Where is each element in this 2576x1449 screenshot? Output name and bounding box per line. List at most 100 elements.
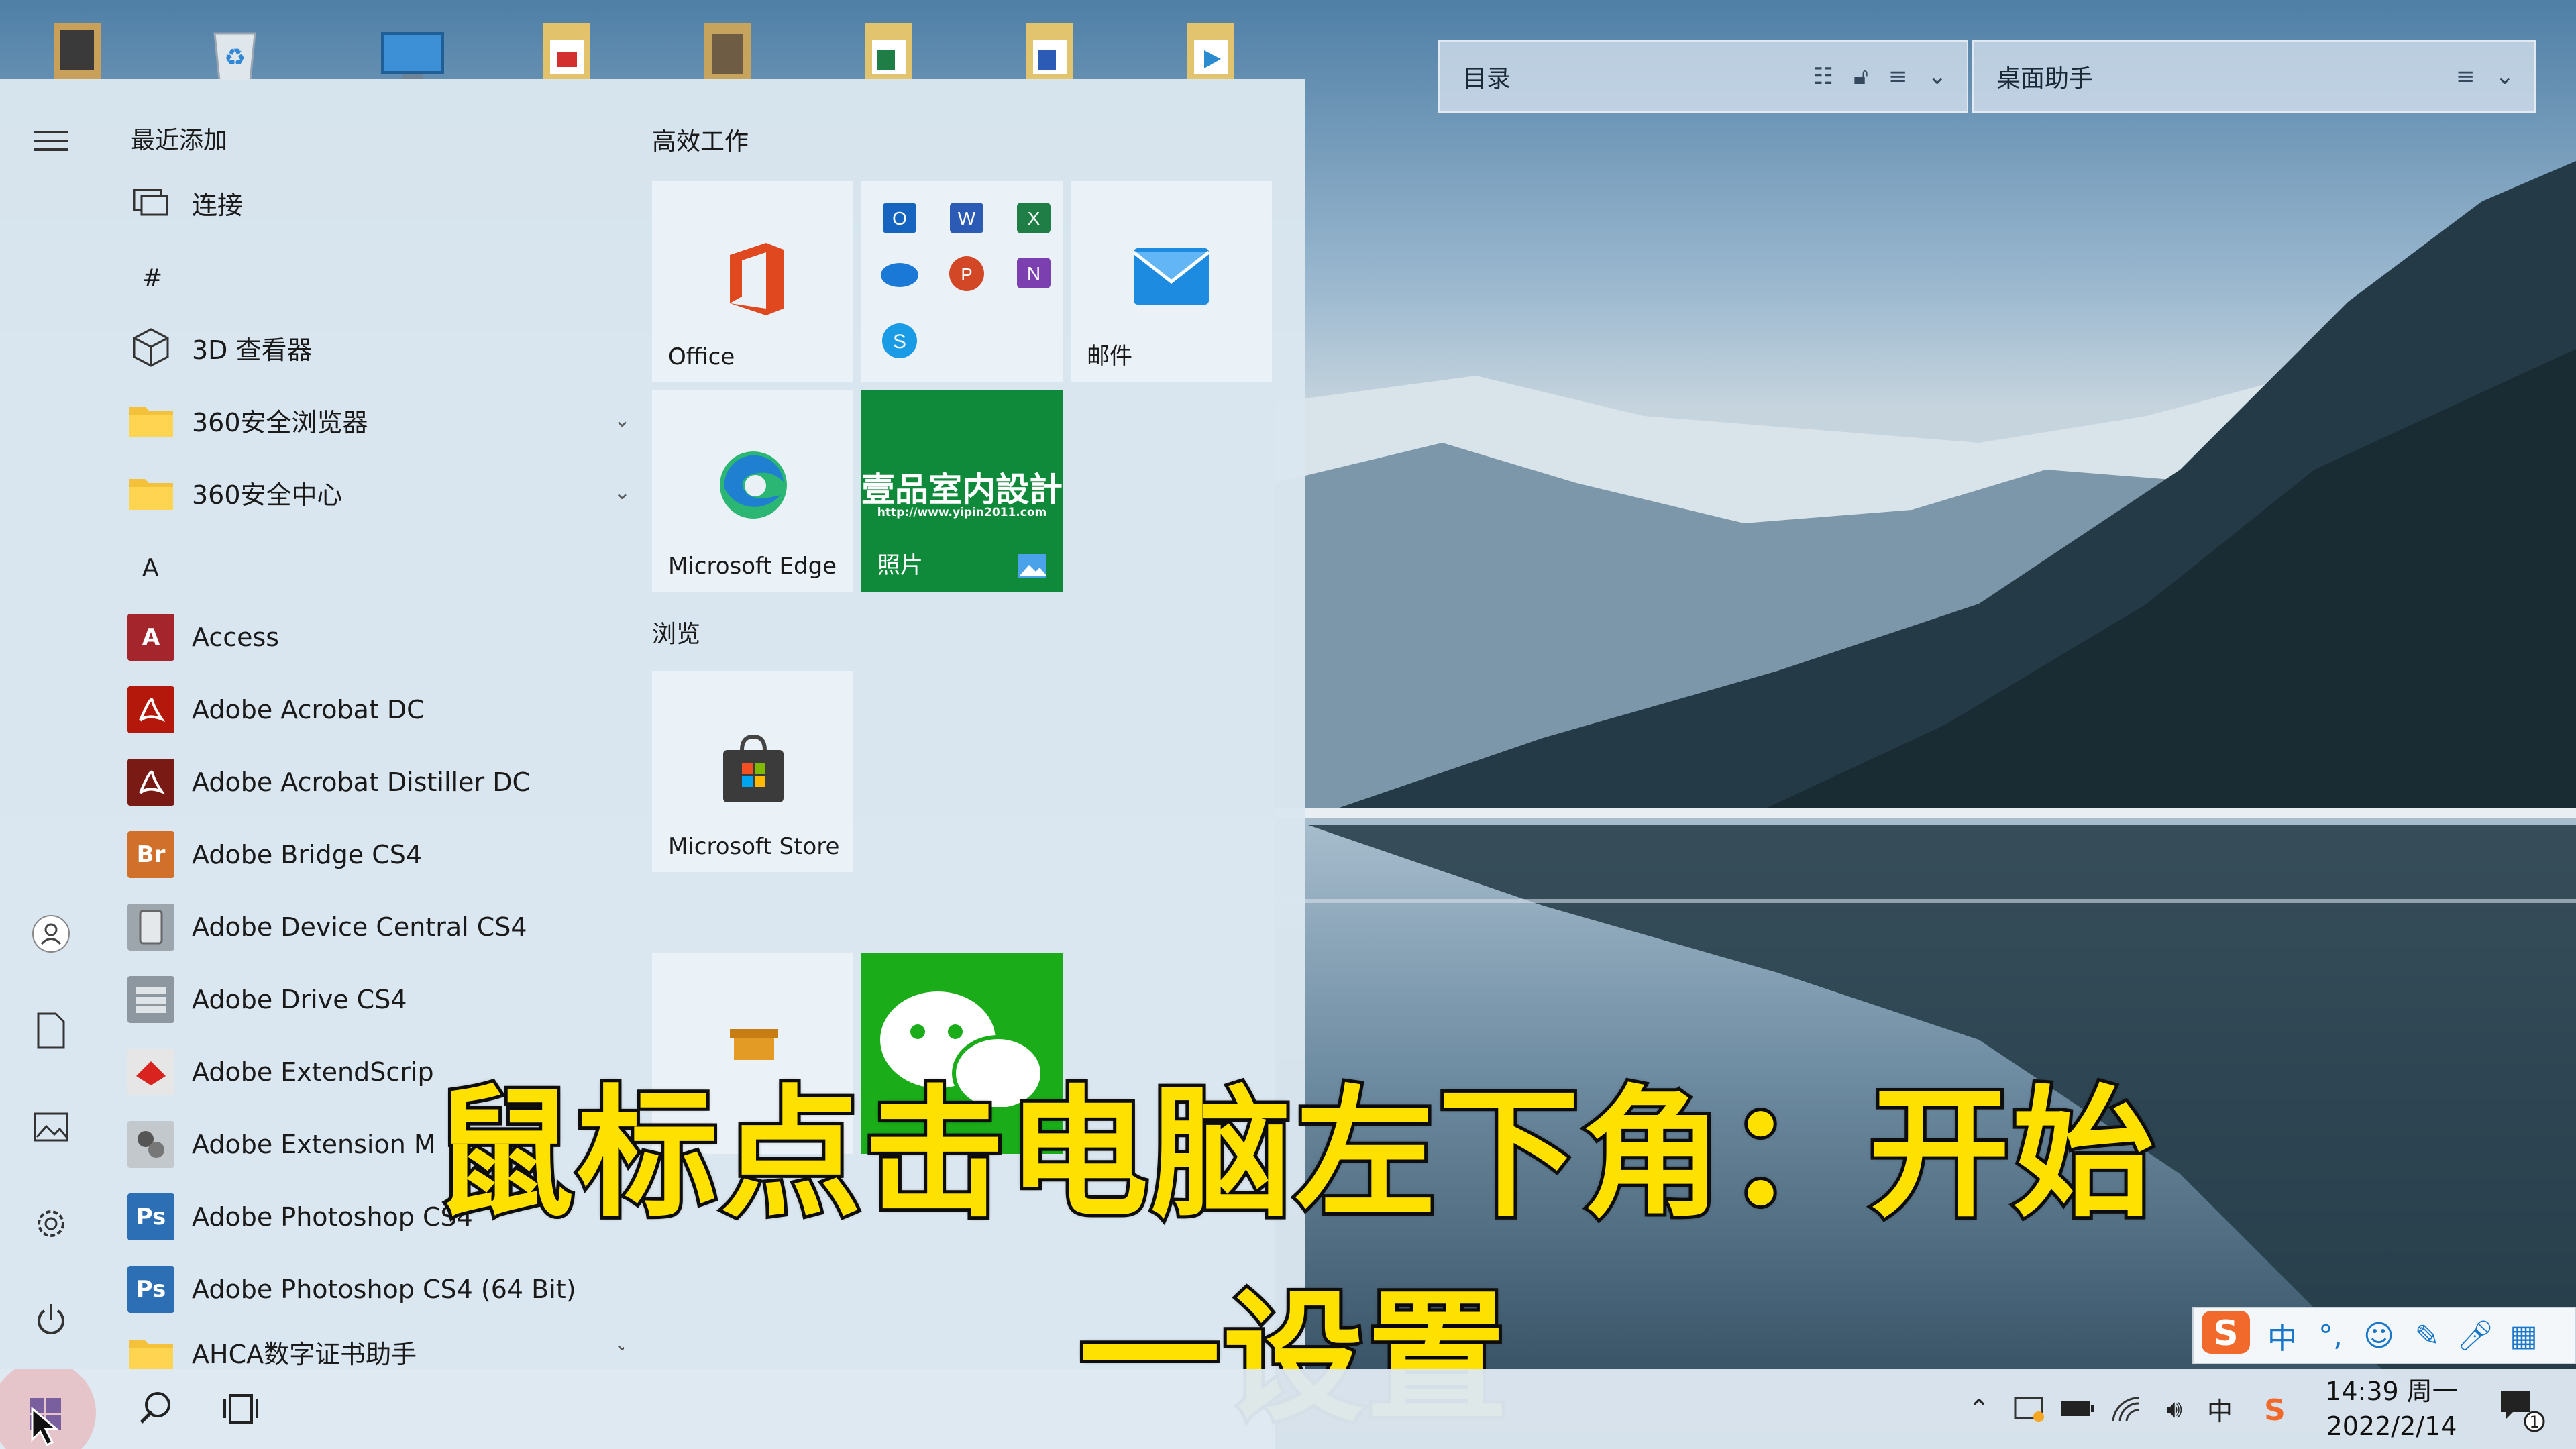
tile-microsoft-store[interactable]: Microsoft Store bbox=[652, 671, 853, 872]
connect-icon bbox=[127, 179, 174, 226]
acrobat-icon bbox=[127, 686, 174, 733]
volume-icon[interactable]: 🔊︎ bbox=[2151, 1368, 2198, 1449]
user-account-icon[interactable] bbox=[27, 910, 75, 958]
bridge-icon: Br bbox=[127, 831, 174, 878]
folder-icon bbox=[127, 1334, 174, 1368]
computer-icon[interactable] bbox=[40, 13, 121, 80]
office-apps-icon: O W X P N S bbox=[881, 203, 1051, 358]
search-icon[interactable] bbox=[118, 1368, 192, 1449]
menu-icon[interactable]: ≡ bbox=[2456, 63, 2475, 90]
tray-language[interactable]: 中 bbox=[2196, 1368, 2243, 1449]
ime-punctuation-mode[interactable]: °, bbox=[2306, 1319, 2355, 1353]
store-bag-icon bbox=[723, 734, 784, 802]
tile-office[interactable]: Office bbox=[652, 181, 853, 382]
list-item-3d-viewer[interactable]: 3D 查看器 bbox=[127, 311, 624, 384]
pdf-file-icon[interactable] bbox=[530, 13, 610, 80]
svg-text:W: W bbox=[958, 208, 976, 229]
desktop-assistant-widget[interactable]: 桌面助手 ≡ ⌄ bbox=[1972, 40, 2536, 113]
edge-icon bbox=[720, 451, 787, 519]
pictures-icon[interactable] bbox=[27, 1103, 75, 1151]
svg-text:S: S bbox=[2264, 1393, 2286, 1426]
recycle-bin-icon[interactable]: ♻ bbox=[198, 13, 278, 82]
group-letter[interactable]: A bbox=[142, 554, 159, 582]
extension-manager-icon bbox=[127, 1121, 174, 1168]
ime-toolbar[interactable]: S 中 °, ☺ ✎ 🎤︎ ▦ bbox=[2192, 1307, 2576, 1364]
sogou-logo-icon[interactable]: S bbox=[2194, 1309, 2258, 1363]
list-item-label: Adobe Bridge CS4 bbox=[192, 840, 423, 869]
clock-time: 14:39 周一 bbox=[2325, 1377, 2458, 1406]
tile-mail[interactable]: 邮件 bbox=[1071, 181, 1272, 382]
list-item-360-security[interactable]: 360安全中心 ⌄ bbox=[127, 456, 631, 529]
windows-logo-icon bbox=[0, 1368, 96, 1449]
list-item-label: Adobe ExtendScrip bbox=[192, 1057, 434, 1087]
tile-photos[interactable]: 壹品室内設計 http://www.yipin2011.com 照片 bbox=[861, 390, 1063, 592]
svg-text:S: S bbox=[2213, 1313, 2238, 1354]
tile-label: Microsoft Store bbox=[668, 833, 840, 860]
list-item-360-browser[interactable]: 360安全浏览器 ⌄ bbox=[127, 384, 631, 456]
photoshop-icon: Ps bbox=[127, 1266, 174, 1313]
list-item-label: 连接 bbox=[192, 190, 244, 220]
notification-count: 1 bbox=[2529, 1413, 2539, 1432]
device-central-icon bbox=[127, 904, 174, 951]
chevron-down-icon[interactable]: ⌄ bbox=[614, 409, 631, 432]
list-item-bridge[interactable]: Br Adobe Bridge CS4 bbox=[127, 818, 624, 891]
archive-icon[interactable] bbox=[691, 13, 771, 80]
group-letter[interactable]: # bbox=[142, 264, 162, 292]
chevron-down-icon[interactable]: ⌄ bbox=[1928, 63, 1947, 90]
list-item-access[interactable]: A Access bbox=[127, 601, 624, 674]
list-item-connect[interactable]: 连接 bbox=[127, 166, 624, 239]
start-button[interactable] bbox=[0, 1368, 101, 1449]
ime-chinese-mode[interactable]: 中 bbox=[2258, 1314, 2306, 1357]
access-icon: A bbox=[127, 614, 174, 661]
chevron-up-icon[interactable]: ⌃ bbox=[1955, 1368, 2002, 1449]
tile-label: Office bbox=[668, 343, 735, 370]
battery-icon[interactable] bbox=[2054, 1368, 2101, 1449]
pen-icon[interactable]: ✎ bbox=[2403, 1319, 2451, 1353]
emoji-icon[interactable]: ☺ bbox=[2355, 1319, 2403, 1353]
list-item-acrobat[interactable]: Adobe Acrobat DC bbox=[127, 674, 624, 746]
video-file-icon[interactable] bbox=[1174, 13, 1254, 80]
word-file-icon[interactable] bbox=[1013, 13, 1093, 80]
sogou-tray-icon[interactable]: S bbox=[2251, 1368, 2298, 1449]
list-item-drive[interactable]: Adobe Drive CS4 bbox=[127, 963, 624, 1036]
wifi-icon[interactable] bbox=[2102, 1368, 2149, 1449]
lock-icon[interactable]: 🔓︎ bbox=[1854, 63, 1868, 90]
list-item-label: 360安全中心 bbox=[192, 480, 343, 510]
catalog-widget[interactable]: 目录 ☷ 🔓︎ ≡ ⌄ bbox=[1438, 40, 1968, 113]
catalog-widget-title: 目录 bbox=[1462, 65, 1511, 93]
tile-office-apps[interactable]: O W X P N S bbox=[861, 181, 1063, 382]
excel-file-icon[interactable] bbox=[852, 13, 932, 80]
clock-date: 2022/2/14 bbox=[2326, 1411, 2457, 1441]
tile-section-title[interactable]: 高效工作 bbox=[652, 122, 749, 157]
drive-icon bbox=[127, 976, 174, 1023]
notification-center-icon[interactable]: 1 bbox=[2485, 1368, 2559, 1449]
task-view-icon[interactable] bbox=[204, 1368, 278, 1449]
list-item-device-central[interactable]: Adobe Device Central CS4 bbox=[127, 891, 624, 963]
list-view-icon[interactable]: ☷ bbox=[1813, 63, 1833, 90]
chevron-down-icon[interactable]: ⌄ bbox=[614, 481, 631, 504]
list-item-acrobat-distiller[interactable]: Adobe Acrobat Distiller DC bbox=[127, 746, 624, 818]
power-icon[interactable] bbox=[27, 1296, 75, 1344]
documents-icon[interactable] bbox=[27, 1006, 75, 1055]
system-clock[interactable]: 14:39 周一 2022/2/14 bbox=[2308, 1374, 2475, 1444]
list-item-label: 360安全浏览器 bbox=[192, 407, 368, 437]
hamburger-menu-icon[interactable] bbox=[27, 117, 75, 165]
security-tray-icon[interactable] bbox=[2006, 1368, 2053, 1449]
list-item-label: Adobe Extension M bbox=[192, 1130, 436, 1159]
tile-section-title[interactable]: 浏览 bbox=[652, 614, 700, 649]
photo-tile-text: 壹品室内設計 bbox=[861, 470, 1063, 509]
monitor-icon[interactable] bbox=[376, 13, 456, 80]
toolbox-grid-icon[interactable]: ▦ bbox=[2500, 1319, 2548, 1353]
photoshop-icon: Ps bbox=[127, 1193, 174, 1240]
tile-label: 照片 bbox=[877, 552, 923, 579]
list-item-label: Adobe Drive CS4 bbox=[192, 985, 407, 1014]
settings-gear-icon[interactable] bbox=[27, 1199, 75, 1248]
svg-text:N: N bbox=[1027, 263, 1040, 284]
photo-tile-url: http://www.yipin2011.com bbox=[877, 506, 1047, 519]
tile-edge[interactable]: Microsoft Edge bbox=[652, 390, 853, 592]
microphone-icon[interactable]: 🎤︎ bbox=[2451, 1318, 2500, 1353]
acrobat-distiller-icon bbox=[127, 759, 174, 806]
recently-added-header: 最近添加 bbox=[131, 127, 228, 154]
chevron-down-icon[interactable]: ⌄ bbox=[2496, 63, 2515, 90]
menu-icon[interactable]: ≡ bbox=[1888, 63, 1908, 90]
